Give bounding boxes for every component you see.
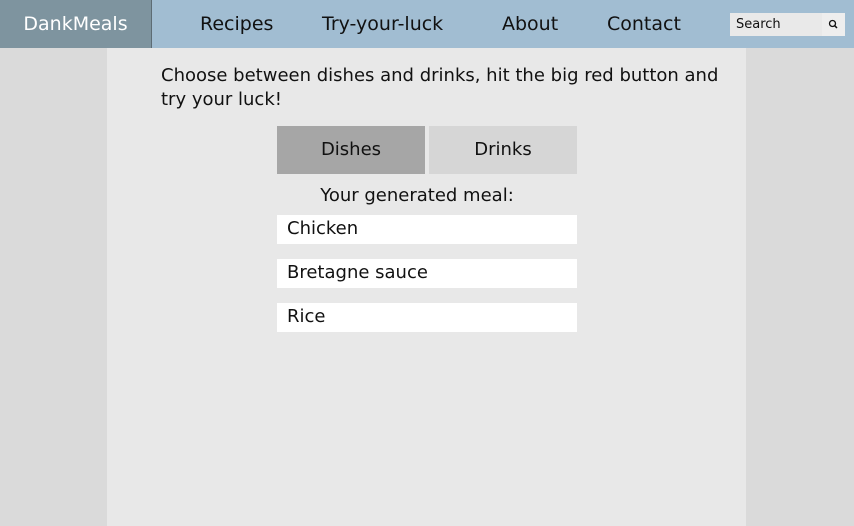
result-title: Your generated meal: bbox=[320, 185, 514, 206]
result-item: Bretagne sauce bbox=[277, 259, 577, 288]
search-button[interactable] bbox=[822, 13, 845, 36]
tab-drinks[interactable]: Drinks bbox=[429, 126, 577, 174]
tab-dishes[interactable]: Dishes bbox=[277, 126, 425, 174]
result-item: Chicken bbox=[277, 215, 577, 244]
brand-logo[interactable]: DankMeals bbox=[0, 0, 152, 48]
nav-link-about[interactable]: About bbox=[502, 0, 558, 48]
search-icon bbox=[828, 19, 838, 29]
search-box bbox=[730, 13, 845, 36]
result-item: Rice bbox=[277, 303, 577, 332]
navbar: DankMeals Recipes Try-your-luck About Co… bbox=[0, 0, 854, 48]
search-input[interactable] bbox=[730, 13, 822, 36]
intro-text: Choose between dishes and drinks, hit th… bbox=[161, 65, 719, 110]
main-content: Choose between dishes and drinks, hit th… bbox=[107, 48, 746, 526]
nav-link-contact[interactable]: Contact bbox=[607, 0, 681, 48]
nav-link-recipes[interactable]: Recipes bbox=[200, 0, 273, 48]
nav-link-try-your-luck[interactable]: Try-your-luck bbox=[322, 0, 443, 48]
